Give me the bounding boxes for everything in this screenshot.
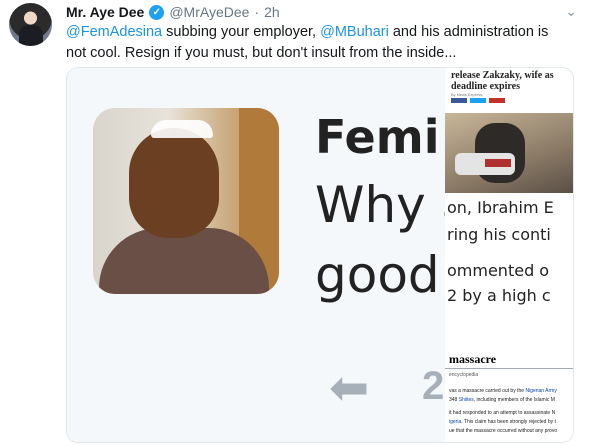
news-text-line: ommented o — [447, 261, 550, 280]
wiki-title: massacre — [449, 352, 497, 366]
reply-count: 2 — [422, 364, 445, 408]
photo-face — [129, 128, 219, 238]
news-byline: By News Express — [451, 92, 483, 97]
verified-badge-icon: ✓ — [149, 4, 165, 20]
display-name[interactable]: Mr. Aye Dee — [66, 4, 144, 20]
tweet-header: Mr. Aye Dee ✓ @MrAyeDee · 2h — [66, 3, 280, 21]
share-buttons — [451, 98, 505, 103]
twitter-share-icon — [470, 98, 486, 103]
wiki-text-line: igeria. This claim has been strongly rej… — [449, 419, 556, 425]
wiki-text-line: ue that the massacre occurred without an… — [449, 428, 558, 434]
facebook-share-icon — [451, 98, 467, 103]
wiki-subtitle: encyclopedia — [449, 372, 479, 378]
wiki-text-line: 348 Shiites, including members of the Is… — [449, 397, 555, 403]
tweet: Mr. Aye Dee ✓ @MrAyeDee · 2h ⌄ @FemAdesi… — [0, 0, 589, 445]
wiki-text-line: vas a massacre carried out by the Nigeri… — [449, 388, 557, 394]
tweet-text-segment: subbing your employer, — [162, 24, 321, 40]
news-text-line: on, Ibrahim E — [447, 198, 554, 217]
tweet-timestamp[interactable]: 2h — [264, 4, 280, 20]
wiki-text-line: it had responded to an attempt to assass… — [449, 410, 556, 416]
news-text-line: 2 by a high c — [447, 286, 551, 305]
news-screenshot: release Zakzaky, wife as deadline expire… — [445, 68, 573, 442]
photo-red-cloth — [485, 159, 511, 167]
mention-link[interactable]: @FemAdesina — [66, 24, 162, 40]
tweet-text: @FemAdesina subbing your employer, @MBuh… — [66, 22, 571, 64]
wiki-divider — [445, 368, 573, 369]
news-text-line: ring his conti — [447, 225, 551, 244]
tweet-media-image[interactable]: Femi Why a good ⬅ 2 release Zakzaky, wif… — [66, 67, 574, 443]
screenshot-line: good — [315, 246, 440, 304]
user-avatar[interactable] — [9, 3, 52, 46]
youtube-share-icon — [489, 98, 505, 103]
separator-dot: · — [254, 4, 260, 20]
avatar-figure — [19, 25, 43, 46]
user-handle[interactable]: @MrAyeDee — [169, 4, 249, 20]
reply-icon: ⬅ — [329, 362, 370, 415]
mention-link[interactable]: @MBuhari — [320, 24, 389, 40]
photo-cap — [151, 120, 213, 138]
chevron-down-icon[interactable]: ⌄ — [565, 3, 577, 20]
news-headline: release Zakzaky, wife as deadline expire… — [451, 70, 554, 92]
news-photo — [445, 113, 573, 193]
wiki-excerpt: massacre encyclopedia vas a massacre car… — [445, 348, 573, 442]
screenshot-name: Femi — [315, 110, 440, 164]
profile-photo — [93, 108, 279, 294]
reply-screenshot: Femi Why a good ⬅ 2 — [67, 68, 472, 442]
